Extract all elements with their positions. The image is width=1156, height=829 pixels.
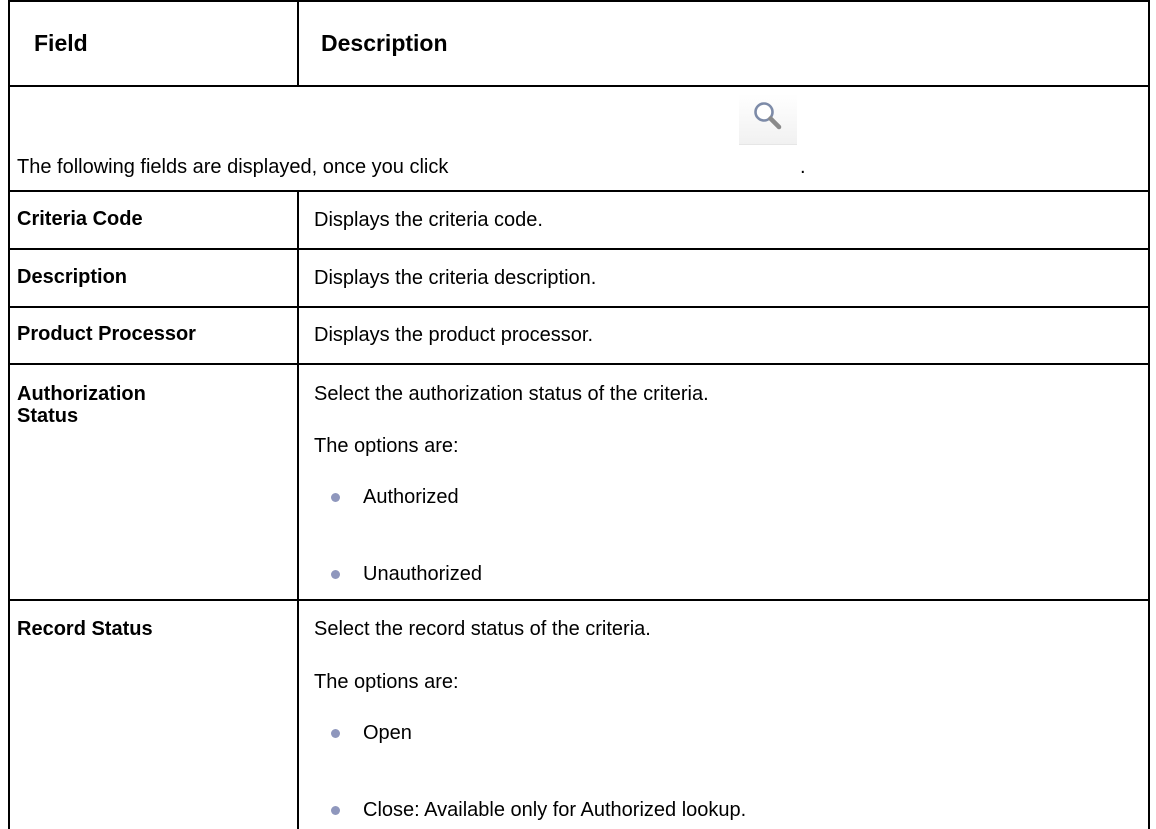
field-authorization-status-line2: Status [17,405,79,427]
field-description: Description [17,266,128,288]
row-divider [8,599,1150,601]
column-divider-body [297,190,299,829]
desc-product-processor: Displays the product processor. [314,324,594,346]
column-divider-header [297,0,299,86]
field-authorization-status-line1: Authorization [17,383,146,405]
desc-description: Displays the criteria description. [314,267,597,289]
desc-record-status: Select the record status of the criteria… [314,618,651,640]
bullet-icon [331,729,340,738]
row-divider [8,248,1150,250]
desc-criteria-code: Displays the criteria code. [314,209,543,231]
option-open: Open [363,722,412,744]
bullet-icon [331,806,340,815]
field-criteria-code: Criteria Code [17,208,143,230]
header-divider [8,85,1150,87]
table-border-left [8,0,10,829]
row-divider [8,363,1150,365]
intro-text: The following fields are displayed, once… [17,156,449,178]
options-label: The options are: [314,671,459,693]
header-field: Field [34,30,88,56]
option-authorized: Authorized [363,486,459,508]
table-border-top [8,0,1150,2]
bullet-icon [331,570,340,579]
row-divider [8,306,1150,308]
table-border-right [1148,0,1150,829]
option-close: Close: Available only for Authorized loo… [363,799,747,821]
options-label: The options are: [314,435,459,457]
field-product-processor: Product Processor [17,323,196,345]
field-record-status: Record Status [17,618,153,640]
intro-divider [8,190,1150,192]
bullet-icon [331,493,340,502]
search-button[interactable] [739,94,797,145]
header-description: Description [321,30,448,56]
search-icon [754,102,782,130]
option-unauthorized: Unauthorized [363,563,482,585]
desc-authorization-status: Select the authorization status of the c… [314,383,709,405]
intro-period: . [800,156,806,178]
